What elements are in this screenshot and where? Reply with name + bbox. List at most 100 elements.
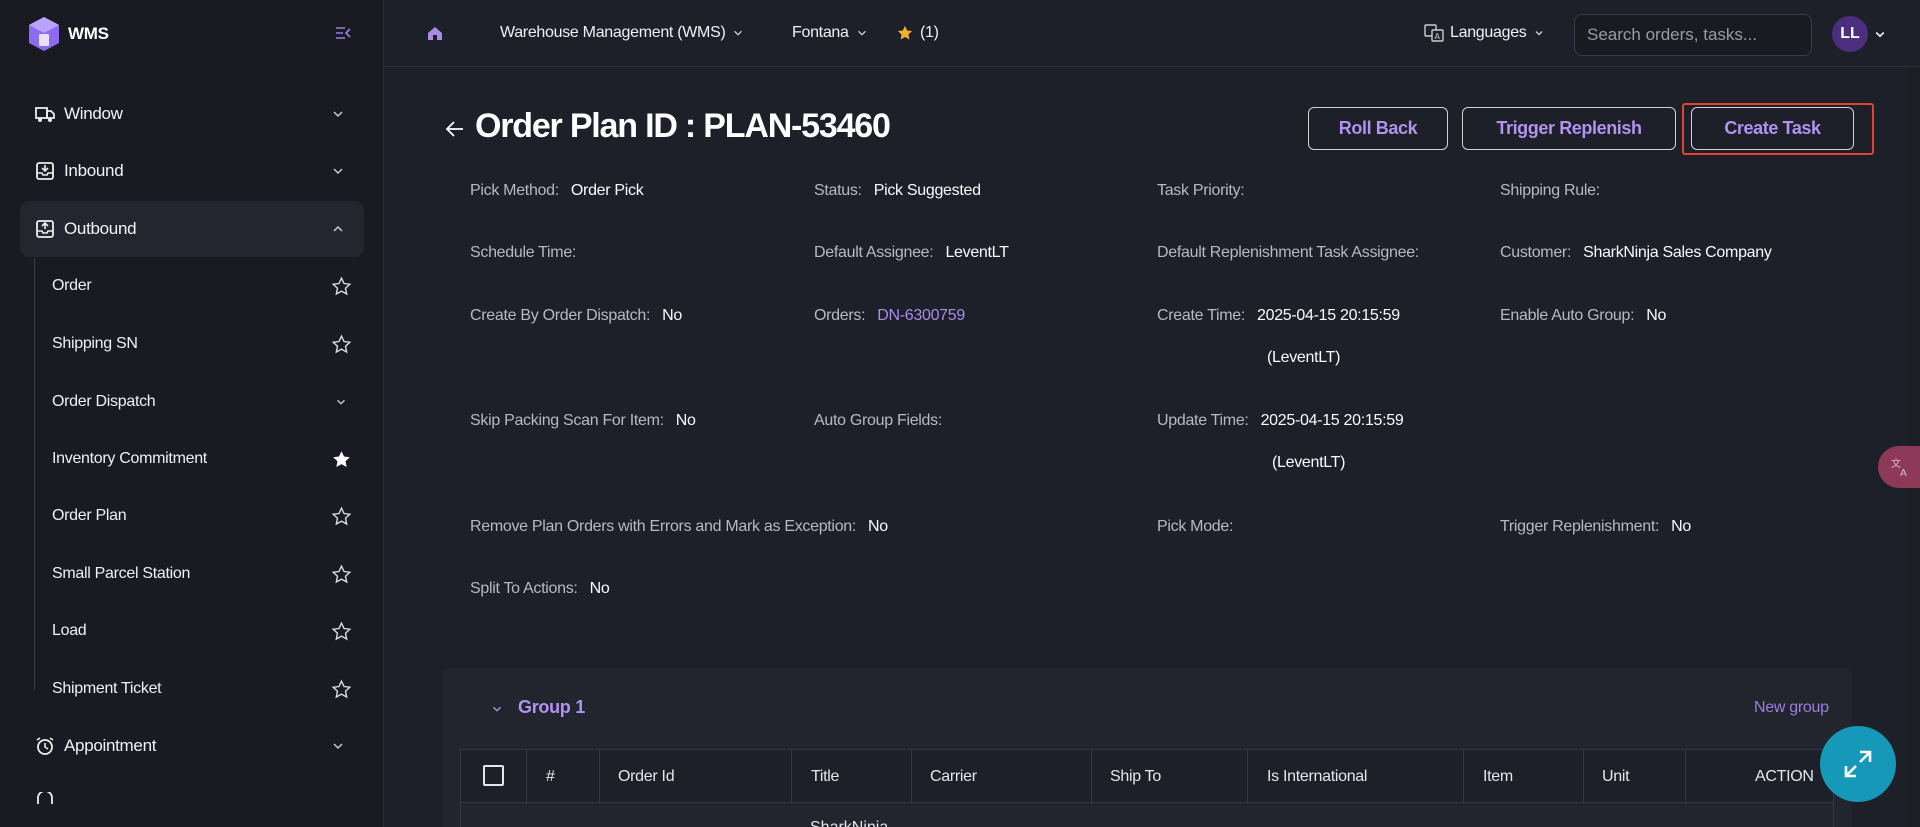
star-outline-icon[interactable] (331, 621, 352, 642)
sidebar-item-order[interactable]: Order (52, 266, 352, 306)
sidebar-group-outbound[interactable]: Outbound (20, 201, 364, 257)
column-header[interactable]: Is International (1267, 750, 1367, 804)
field-label: Orders: (814, 307, 866, 324)
star-outline-icon[interactable] (331, 506, 352, 527)
avatar[interactable]: LL (1832, 16, 1868, 52)
field-label: Skip Packing Scan For Item: (470, 412, 664, 429)
field-value: Pick Suggested (873, 182, 981, 199)
column-header[interactable]: Title (811, 750, 839, 804)
back-arrow-icon[interactable] (444, 118, 466, 140)
column-header[interactable]: Item (1483, 750, 1513, 804)
sidebar-item-load[interactable]: Load (52, 611, 352, 651)
brand[interactable]: WMS (28, 16, 109, 52)
home-icon[interactable] (426, 24, 444, 42)
column-divider (791, 750, 792, 804)
field-label: Auto Group Fields: (814, 412, 942, 429)
chevron-down-icon (857, 30, 866, 36)
star-filled-icon (897, 25, 913, 40)
field-value-user: (LeventLT) (1272, 454, 1346, 471)
favorites-button[interactable]: (1) (896, 24, 939, 42)
field-split-to-actions: Split To Actions: No (470, 580, 610, 598)
star-outline-icon[interactable] (331, 334, 352, 355)
search-input[interactable] (1574, 14, 1812, 56)
expand-floating-button[interactable] (1820, 726, 1896, 802)
alarm-clock-icon (36, 737, 54, 755)
sidebar-item-order-dispatch[interactable]: Order Dispatch (52, 382, 352, 422)
sidebar-item-order-plan[interactable]: Order Plan (52, 496, 352, 536)
sidebar-item-shipment-ticket[interactable]: Shipment Ticket (52, 669, 352, 709)
column-divider (1091, 750, 1092, 804)
translate-floating-button[interactable]: 文 A (1878, 446, 1920, 488)
sidebar-item-label: Inventory Commitment (52, 450, 207, 467)
inbound-box-icon (36, 162, 54, 180)
roll-back-button[interactable]: Roll Back (1308, 107, 1448, 150)
field-value: No (1646, 307, 1667, 324)
app-selector-label: Warehouse Management (WMS) (500, 24, 726, 41)
sidebar: WMS Window Inbound Outbound Order Shippi… (0, 0, 384, 827)
app-selector[interactable]: Warehouse Management (WMS) (500, 24, 745, 42)
table-header: # Order Id Title Carrier Ship To Is Inte… (460, 749, 1834, 804)
favorites-count: (1) (920, 24, 939, 41)
field-label: Enable Auto Group: (1500, 307, 1635, 324)
facility-selector[interactable]: Fontana (792, 24, 869, 42)
group-title[interactable]: Group 1 (518, 697, 585, 718)
new-group-link[interactable]: New group (1754, 699, 1829, 717)
column-header[interactable]: Carrier (930, 750, 977, 804)
column-header[interactable]: Order Id (618, 750, 675, 804)
column-header[interactable]: # (546, 750, 555, 804)
star-filled-icon[interactable] (331, 449, 352, 470)
sidebar-item-label: Small Parcel Station (52, 565, 191, 582)
svg-text:A: A (1435, 32, 1441, 41)
collapse-sidebar-icon[interactable] (334, 24, 352, 42)
table-row[interactable] (460, 803, 1834, 827)
field-task-priority: Task Priority: (1157, 182, 1245, 200)
chevron-down-icon (1535, 31, 1542, 36)
column-divider (911, 750, 912, 804)
partial-menu-icon (37, 792, 53, 804)
star-outline-icon[interactable] (331, 276, 352, 297)
field-label: Customer: (1500, 244, 1572, 261)
star-outline-icon[interactable] (331, 564, 352, 585)
sidebar-group-label: Window (64, 104, 123, 123)
sidebar-item-label: Order Plan (52, 507, 127, 524)
sidebar-group-inbound[interactable]: Inbound (20, 143, 364, 199)
sidebar-group-appointment[interactable]: Appointment (20, 718, 364, 774)
field-label: Schedule Time: (470, 244, 577, 261)
brand-name: WMS (68, 24, 109, 43)
field-value: No (662, 307, 682, 324)
star-outline-icon[interactable] (331, 679, 352, 700)
wms-logo-icon (29, 17, 59, 51)
sidebar-item-inventory-commitment[interactable]: Inventory Commitment (52, 439, 352, 479)
trigger-replenish-button[interactable]: Trigger Replenish (1462, 107, 1676, 150)
field-auto-group-fields: Auto Group Fields: (814, 412, 942, 430)
sidebar-item-small-parcel-station[interactable]: Small Parcel Station (52, 554, 352, 594)
field-label: Split To Actions: (470, 580, 578, 597)
field-default-replenishment-assignee: Default Replenishment Task Assignee: (1157, 244, 1419, 262)
field-label: Trigger Replenishment: (1500, 518, 1660, 535)
field-default-assignee: Default Assignee: LeventLT (814, 244, 1009, 262)
field-label: Task Priority: (1157, 182, 1245, 199)
chevron-down-icon[interactable] (490, 702, 504, 716)
sidebar-item-label: Order (52, 277, 92, 294)
translate-icon: A (1424, 24, 1444, 42)
field-label: Pick Mode: (1157, 518, 1234, 535)
window-truck-icon (35, 107, 55, 122)
create-task-highlight (1682, 103, 1874, 155)
field-skip-packing-scan: Skip Packing Scan For Item: No (470, 412, 696, 430)
column-header[interactable]: Unit (1602, 750, 1630, 804)
field-label: Create By Order Dispatch: (470, 307, 651, 324)
sidebar-item-label: Order Dispatch (52, 393, 156, 410)
field-label: Default Assignee: (814, 244, 934, 261)
sidebar-group-window[interactable]: Window (20, 86, 364, 142)
select-all-checkbox[interactable] (483, 765, 504, 786)
languages-selector[interactable]: A Languages (1424, 24, 1545, 42)
sidebar-item-shipping-sn[interactable]: Shipping SN (52, 324, 352, 364)
field-remove-plan-orders: Remove Plan Orders with Errors and Mark … (470, 518, 888, 536)
sidebar-group-label: Appointment (64, 736, 157, 755)
chevron-down-icon[interactable] (1874, 28, 1886, 40)
field-value: No (675, 412, 696, 429)
sidebar-item-label: Shipment Ticket (52, 680, 162, 697)
column-header[interactable]: Ship To (1110, 750, 1161, 804)
order-link[interactable]: DN-6300759 (877, 307, 965, 325)
field-label: Create Time: (1157, 307, 1245, 324)
